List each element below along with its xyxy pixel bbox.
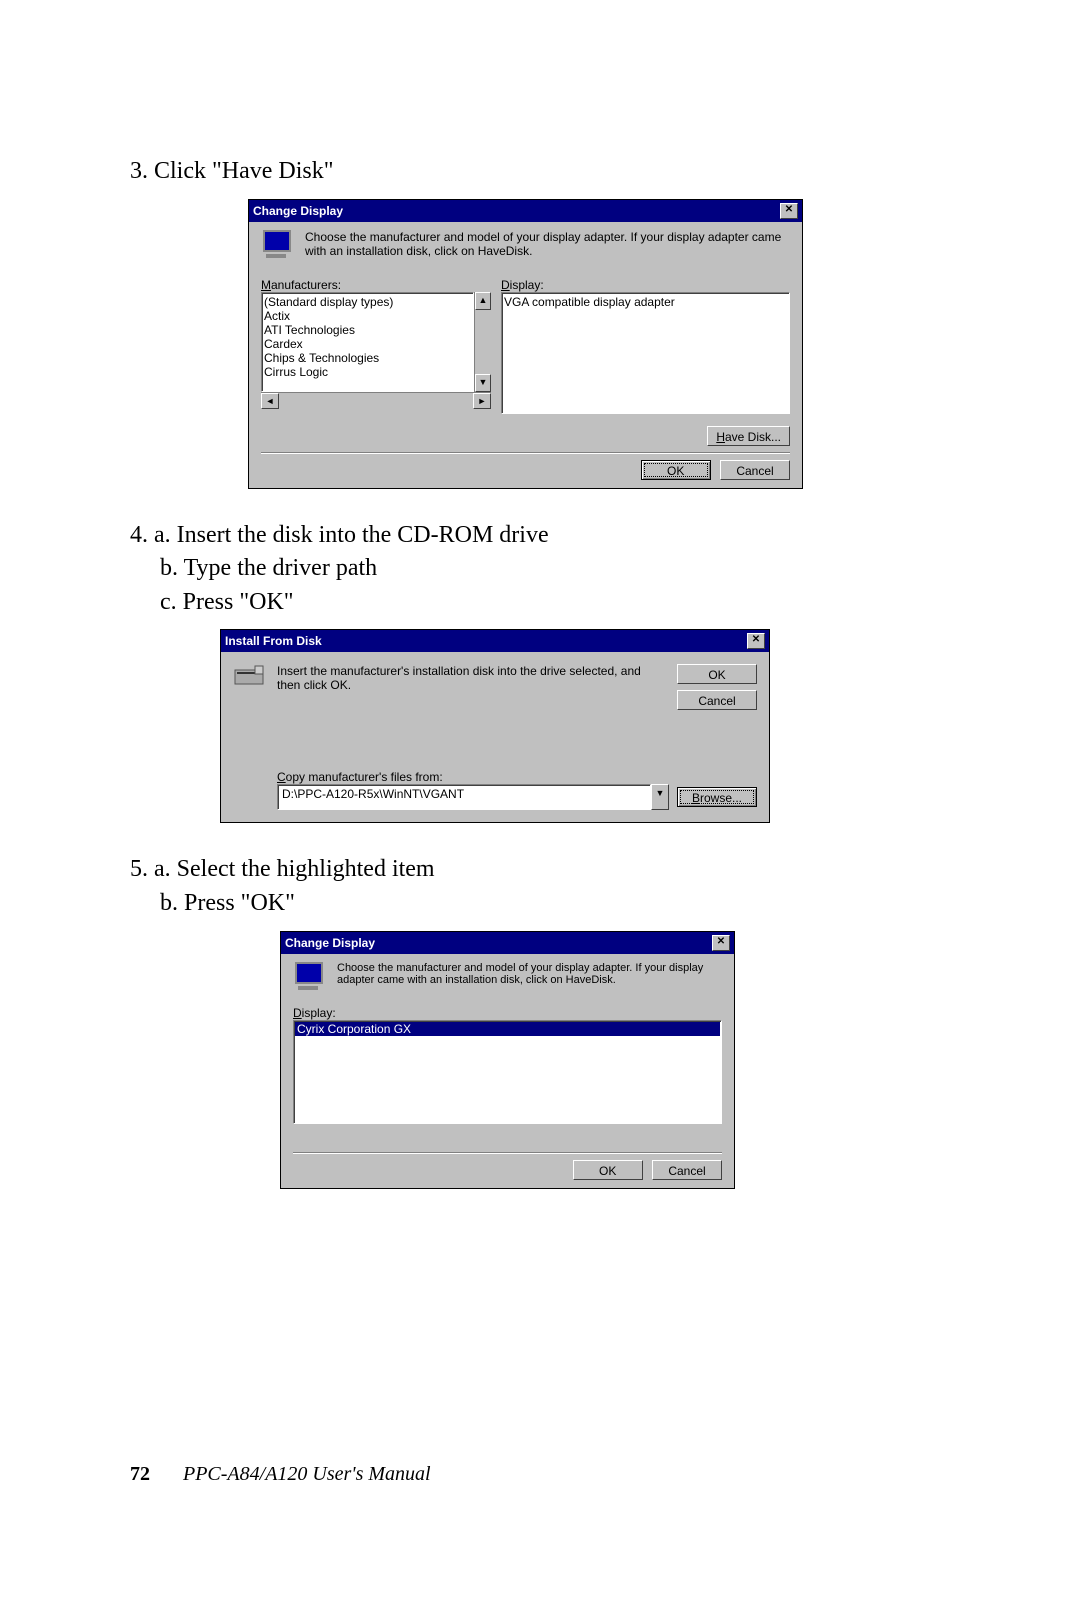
list-item[interactable]: Actix (264, 309, 471, 323)
scroll-right-icon[interactable]: ► (473, 393, 491, 409)
step-5b-text: b. Press "OK" (130, 887, 950, 921)
scrollbar-vertical[interactable]: ▲ ▼ (474, 292, 491, 392)
page-footer: 72 PPC-A84/A120 User's Manual (130, 1463, 431, 1486)
display-listbox[interactable]: VGA compatible display adapter (501, 292, 790, 414)
path-input[interactable]: D:\PPC-A120-R5x\WinNT\VGANT (277, 784, 651, 810)
close-icon[interactable]: ✕ (780, 203, 798, 219)
step-5a-text: 5. a. Select the highlighted item (130, 853, 950, 887)
scroll-down-icon[interactable]: ▼ (475, 374, 491, 392)
dialog-description: Choose the manufacturer and model of you… (337, 962, 722, 986)
install-from-disk-dialog: Install From Disk ✕ Insert the manufactu… (220, 629, 770, 823)
titlebar[interactable]: Change Display ✕ (249, 200, 802, 222)
dialog-description: Choose the manufacturer and model of you… (305, 230, 790, 258)
step-4a-text: 4. a. Insert the disk into the CD-ROM dr… (130, 519, 950, 553)
disk-drive-icon (233, 664, 265, 688)
dialog-description: Insert the manufacturer's installation d… (277, 664, 665, 692)
ok-button[interactable]: OK (573, 1160, 643, 1180)
manufacturers-label: Manufacturers: (261, 278, 491, 292)
display-listbox[interactable]: Cyrix Corporation GX (293, 1020, 722, 1124)
scroll-up-icon[interactable]: ▲ (475, 292, 491, 310)
close-icon[interactable]: ✕ (712, 935, 730, 951)
copy-from-label: Copy manufacturer's files from: (277, 770, 757, 784)
change-display-dialog-1: Change Display ✕ Choose the manufacturer… (248, 199, 803, 489)
list-item[interactable]: Cirrus Logic (264, 365, 471, 379)
divider (261, 452, 790, 454)
list-item[interactable]: Cardex (264, 337, 471, 351)
list-item[interactable]: (Standard display types) (264, 295, 471, 309)
titlebar[interactable]: Change Display ✕ (281, 932, 734, 954)
display-label: Display: (501, 278, 790, 292)
list-item[interactable]: Chips & Technologies (264, 351, 471, 365)
close-icon[interactable]: ✕ (747, 633, 765, 649)
dialog-title: Change Display (253, 204, 343, 218)
list-item-selected[interactable]: Cyrix Corporation GX (295, 1022, 720, 1036)
change-display-dialog-2: Change Display ✕ Choose the manufacturer… (280, 931, 735, 1189)
monitor-icon (261, 230, 293, 258)
manual-title: PPC-A84/A120 User's Manual (155, 1463, 431, 1485)
cancel-button[interactable]: Cancel (677, 690, 757, 710)
step-4c-text: c. Press "OK" (130, 586, 950, 620)
divider (293, 1152, 722, 1154)
titlebar[interactable]: Install From Disk ✕ (221, 630, 769, 652)
page-number: 72 (130, 1463, 150, 1485)
browse-button[interactable]: Browse... (677, 787, 757, 807)
cancel-button[interactable]: Cancel (720, 460, 790, 480)
step-4b-text: b. Type the driver path (130, 552, 950, 586)
list-item[interactable]: ATI Technologies (264, 323, 471, 337)
step-3-text: 3. Click "Have Disk" (130, 155, 950, 189)
ok-button[interactable]: OK (677, 664, 757, 684)
scroll-left-icon[interactable]: ◄ (261, 393, 279, 409)
cancel-button[interactable]: Cancel (652, 1160, 722, 1180)
monitor-icon (293, 962, 325, 990)
scrollbar-horizontal[interactable]: ◄ ► (261, 392, 491, 409)
dialog-title: Install From Disk (225, 634, 322, 648)
have-disk-button[interactable]: Have Disk... (707, 426, 790, 446)
dropdown-icon[interactable]: ▼ (651, 784, 669, 810)
display-label: Display: (293, 1006, 722, 1020)
list-item[interactable]: VGA compatible display adapter (504, 295, 787, 309)
ok-button[interactable]: OK (641, 460, 711, 480)
manufacturers-listbox[interactable]: (Standard display types) Actix ATI Techn… (261, 292, 474, 392)
dialog-title: Change Display (285, 936, 375, 950)
